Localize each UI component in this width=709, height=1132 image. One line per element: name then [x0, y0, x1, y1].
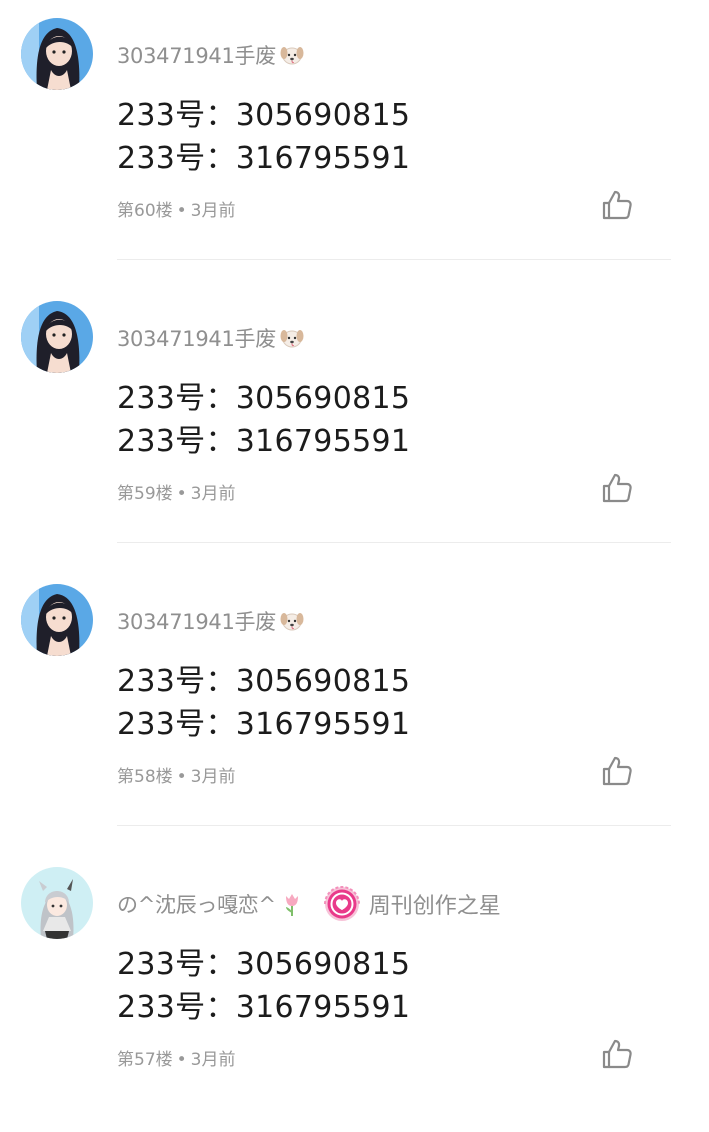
comment-meta: 第58楼 • 3月前	[117, 762, 236, 787]
content-line: 233号：316795591	[117, 424, 411, 459]
comment-meta: 第59楼 • 3月前	[117, 479, 236, 504]
weekly-creator-star-badge-icon[interactable]	[323, 885, 361, 923]
comment-time: 3月前	[190, 484, 236, 504]
tulip-emoji-icon	[279, 891, 305, 917]
comment-time: 3月前	[190, 767, 236, 787]
meta-separator: •	[176, 201, 187, 221]
comment-time: 3月前	[190, 201, 236, 221]
divider	[117, 259, 671, 260]
user-row: 303471941手废	[117, 319, 305, 357]
comment-item: の^沈辰っ嘎恋^ 周刊创作之星 233号：305690815 233号：3167…	[0, 849, 709, 1132]
comment-time: 3月前	[190, 1050, 236, 1070]
content-line: 233号：305690815	[117, 664, 411, 699]
like-icon[interactable]	[600, 754, 634, 788]
content-line: 233号：305690815	[117, 947, 411, 982]
comment-item: 303471941手废 233号：305690815 233号：31679559…	[0, 566, 709, 849]
content-line: 233号：316795591	[117, 141, 411, 176]
user-row: 303471941手废	[117, 36, 305, 74]
comment-content: 233号：305690815 233号：316795591	[117, 943, 410, 1029]
meta-separator: •	[176, 484, 187, 504]
comment-item: 303471941手废 233号：305690815 233号：31679559…	[0, 0, 709, 283]
floor-number: 第57楼	[117, 1050, 173, 1070]
username[interactable]: 303471941手废	[117, 40, 276, 70]
content-line: 233号：305690815	[117, 381, 411, 416]
puppy-face-emoji-icon	[279, 42, 305, 68]
meta-separator: •	[176, 767, 187, 787]
floor-number: 第60楼	[117, 201, 173, 221]
user-avatar[interactable]	[21, 301, 93, 373]
comment-content: 233号：305690815 233号：316795591	[117, 660, 410, 746]
floor-number: 第59楼	[117, 484, 173, 504]
comment-content: 233号：305690815 233号：316795591	[117, 94, 410, 180]
username[interactable]: の^沈辰っ嘎恋^	[117, 889, 276, 919]
puppy-face-emoji-icon	[279, 325, 305, 351]
user-row: の^沈辰っ嘎恋^ 周刊创作之星	[117, 885, 501, 923]
like-icon[interactable]	[600, 188, 634, 222]
comment-meta: 第60楼 • 3月前	[117, 196, 236, 221]
user-avatar[interactable]	[21, 867, 93, 939]
comment-content: 233号：305690815 233号：316795591	[117, 377, 410, 463]
content-line: 233号：316795591	[117, 990, 411, 1025]
comment-item: 303471941手废 233号：305690815 233号：31679559…	[0, 283, 709, 566]
puppy-face-emoji-icon	[279, 608, 305, 634]
username[interactable]: 303471941手废	[117, 606, 276, 636]
like-icon[interactable]	[600, 471, 634, 505]
user-avatar[interactable]	[21, 18, 93, 90]
meta-separator: •	[176, 1050, 187, 1070]
content-line: 233号：316795591	[117, 707, 411, 742]
comment-meta: 第57楼 • 3月前	[117, 1045, 236, 1070]
floor-number: 第58楼	[117, 767, 173, 787]
like-icon[interactable]	[600, 1037, 634, 1071]
badge-label[interactable]: 周刊创作之星	[369, 888, 501, 920]
content-line: 233号：305690815	[117, 98, 411, 133]
divider	[117, 542, 671, 543]
divider	[117, 825, 671, 826]
username[interactable]: 303471941手废	[117, 323, 276, 353]
user-avatar[interactable]	[21, 584, 93, 656]
user-row: 303471941手废	[117, 602, 305, 640]
